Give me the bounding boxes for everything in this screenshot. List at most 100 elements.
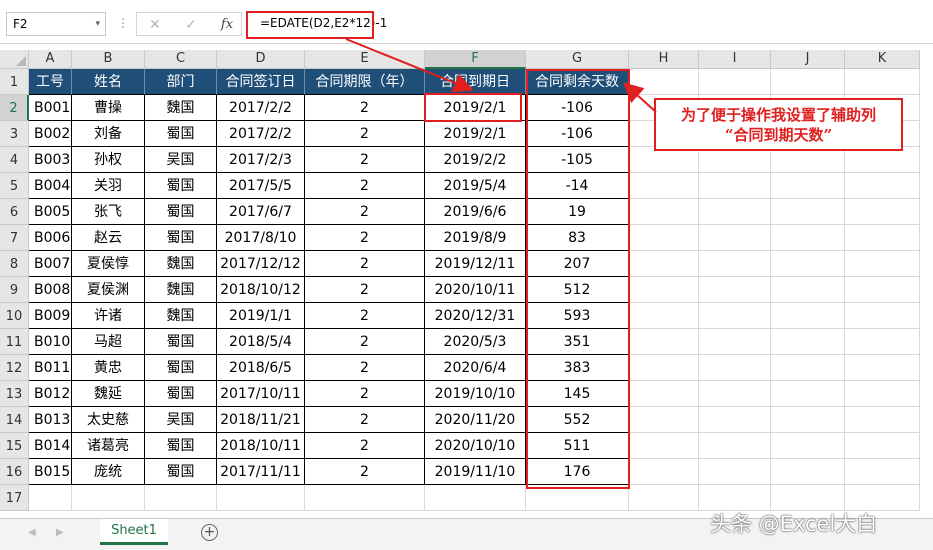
table-cell[interactable]: 蜀国 — [145, 433, 217, 459]
table-cell[interactable]: 19 — [526, 199, 629, 225]
name-box[interactable]: F2 ▾ — [6, 12, 106, 36]
enter-icon[interactable]: ✓ — [181, 16, 201, 34]
table-cell[interactable]: 2 — [305, 95, 425, 121]
row-header-9[interactable]: 9 — [0, 277, 29, 303]
table-cell[interactable]: 2019/2/2 — [425, 147, 526, 173]
table-cell[interactable]: 关羽 — [72, 173, 145, 199]
empty-cell[interactable] — [629, 381, 699, 407]
table-cell[interactable]: 夏侯惇 — [72, 251, 145, 277]
table-cell[interactable]: B005 — [29, 199, 72, 225]
table-cell[interactable]: 2 — [305, 459, 425, 485]
table-cell[interactable]: B013 — [29, 407, 72, 433]
empty-cell[interactable] — [845, 329, 920, 355]
empty-cell[interactable] — [699, 329, 771, 355]
table-cell[interactable]: 2018/10/11 — [217, 433, 305, 459]
empty-cell[interactable] — [699, 459, 771, 485]
table-cell[interactable]: 2 — [305, 199, 425, 225]
table-cell[interactable]: 2019/12/11 — [425, 251, 526, 277]
empty-cell[interactable] — [629, 277, 699, 303]
table-cell[interactable]: 2017/5/5 — [217, 173, 305, 199]
table-cell[interactable]: 2 — [305, 329, 425, 355]
empty-cell[interactable] — [699, 277, 771, 303]
table-cell[interactable]: 2020/10/10 — [425, 433, 526, 459]
table-cell[interactable]: 庞统 — [72, 459, 145, 485]
empty-cell[interactable] — [699, 225, 771, 251]
table-cell[interactable]: 512 — [526, 277, 629, 303]
table-cell[interactable]: 2017/10/11 — [217, 381, 305, 407]
table-cell[interactable]: B002 — [29, 121, 72, 147]
empty-cell[interactable] — [629, 459, 699, 485]
empty-cell[interactable] — [771, 303, 845, 329]
row-header-8[interactable]: 8 — [0, 251, 29, 277]
column-header-a[interactable]: A — [29, 50, 72, 69]
table-cell[interactable]: 2 — [305, 355, 425, 381]
table-cell[interactable]: 魏国 — [145, 95, 217, 121]
table-cell[interactable]: 蜀国 — [145, 199, 217, 225]
header-cell[interactable]: 姓名 — [72, 69, 145, 95]
table-cell[interactable]: 蜀国 — [145, 459, 217, 485]
table-cell[interactable]: 2019/2/1 — [425, 95, 526, 121]
name-box-dropdown-icon[interactable]: ▾ — [95, 13, 100, 35]
table-cell[interactable]: 2020/10/11 — [425, 277, 526, 303]
row-header-3[interactable]: 3 — [0, 121, 29, 147]
table-cell[interactable]: -14 — [526, 173, 629, 199]
table-cell[interactable]: 2 — [305, 303, 425, 329]
empty-cell[interactable] — [629, 173, 699, 199]
table-cell[interactable]: 2019/5/4 — [425, 173, 526, 199]
empty-cell[interactable] — [629, 329, 699, 355]
table-cell[interactable]: 2019/10/10 — [425, 381, 526, 407]
table-cell[interactable]: 2017/8/10 — [217, 225, 305, 251]
table-cell[interactable]: 蜀国 — [145, 121, 217, 147]
table-cell[interactable]: 2 — [305, 381, 425, 407]
empty-cell[interactable] — [771, 199, 845, 225]
cancel-icon[interactable]: ✕ — [145, 16, 165, 34]
table-cell[interactable]: 2020/11/20 — [425, 407, 526, 433]
empty-cell[interactable] — [629, 69, 699, 95]
table-cell[interactable]: 张飞 — [72, 199, 145, 225]
row-header-11[interactable]: 11 — [0, 329, 29, 355]
table-cell[interactable]: B001 — [29, 95, 72, 121]
table-cell[interactable]: 552 — [526, 407, 629, 433]
empty-cell[interactable] — [425, 485, 526, 511]
empty-cell[interactable] — [845, 355, 920, 381]
column-header-b[interactable]: B — [72, 50, 145, 69]
empty-cell[interactable] — [845, 251, 920, 277]
table-cell[interactable]: -106 — [526, 95, 629, 121]
table-cell[interactable]: 太史慈 — [72, 407, 145, 433]
table-cell[interactable]: 207 — [526, 251, 629, 277]
formula-input[interactable]: =EDATE(D2,E2*12)-1 — [246, 12, 933, 36]
table-cell[interactable]: 2017/2/2 — [217, 95, 305, 121]
table-cell[interactable]: 2017/11/11 — [217, 459, 305, 485]
table-cell[interactable]: 2018/5/4 — [217, 329, 305, 355]
table-cell[interactable]: 2020/6/4 — [425, 355, 526, 381]
empty-cell[interactable] — [845, 173, 920, 199]
column-header-c[interactable]: C — [145, 50, 217, 69]
empty-cell[interactable] — [699, 303, 771, 329]
table-cell[interactable]: B011 — [29, 355, 72, 381]
empty-cell[interactable] — [699, 173, 771, 199]
table-cell[interactable]: B009 — [29, 303, 72, 329]
row-header-13[interactable]: 13 — [0, 381, 29, 407]
header-cell[interactable]: 工号 — [29, 69, 72, 95]
table-cell[interactable]: -106 — [526, 121, 629, 147]
table-cell[interactable]: 2 — [305, 121, 425, 147]
table-cell[interactable]: 351 — [526, 329, 629, 355]
row-header-12[interactable]: 12 — [0, 355, 29, 381]
empty-cell[interactable] — [845, 407, 920, 433]
table-cell[interactable]: B003 — [29, 147, 72, 173]
row-header-6[interactable]: 6 — [0, 199, 29, 225]
header-cell[interactable]: 合同期限（年） — [305, 69, 425, 95]
prev-sheet-icon[interactable]: ◀ — [28, 527, 36, 538]
empty-cell[interactable] — [629, 199, 699, 225]
empty-cell[interactable] — [629, 407, 699, 433]
column-header-d[interactable]: D — [217, 50, 305, 69]
column-header-f[interactable]: F — [425, 50, 526, 69]
table-cell[interactable]: 2 — [305, 407, 425, 433]
table-cell[interactable]: B015 — [29, 459, 72, 485]
table-cell[interactable]: 2017/2/3 — [217, 147, 305, 173]
empty-cell[interactable] — [845, 303, 920, 329]
insert-function-icon[interactable]: fx — [217, 16, 237, 34]
empty-cell[interactable] — [845, 433, 920, 459]
formula-bar-grip-icon[interactable]: ⋮ — [117, 14, 129, 32]
table-cell[interactable]: 2 — [305, 433, 425, 459]
